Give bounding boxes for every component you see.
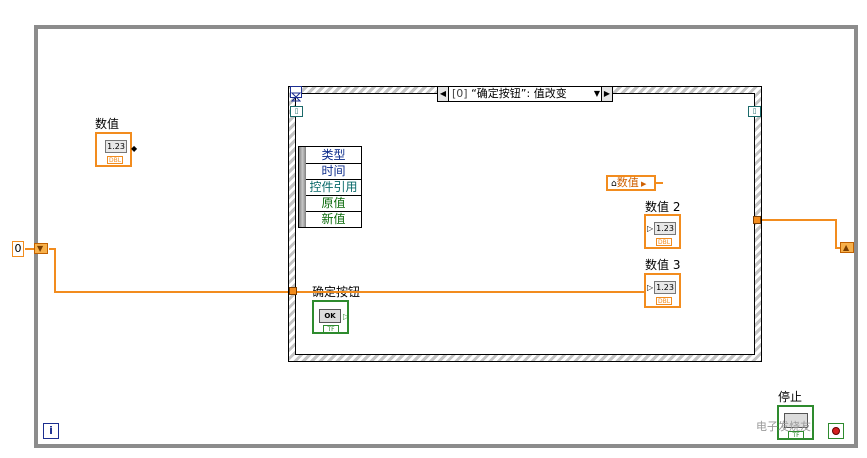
case-selector[interactable]: ◀ [0] “确定按钮”: 值改变 ▼ ▶ xyxy=(437,86,613,102)
numeric-control-label: 数值 xyxy=(95,117,120,131)
case-selector-text: [0] “确定按钮”: 值改变 xyxy=(452,87,602,101)
input-arrow-icon: ▷ xyxy=(647,224,654,233)
shift-register-left-arrow-icon: ▼ xyxy=(37,244,44,253)
event-data-node-handle xyxy=(299,147,306,227)
numeric-display: 1.23 xyxy=(654,222,676,235)
case-index: [0] xyxy=(452,87,468,100)
property-node[interactable]: ⌂数值 ▶ xyxy=(606,175,656,191)
decrement-arrow-icon[interactable]: ◀ xyxy=(438,87,449,101)
type-tag: DBL xyxy=(656,297,672,305)
wire-segment xyxy=(297,291,645,293)
numeric-indicator-3-label: 数值 3 xyxy=(645,258,681,272)
type-tag: TF xyxy=(323,325,339,333)
numeric-control-terminal[interactable]: 1.23 DBL xyxy=(95,132,132,167)
wire-segment xyxy=(54,248,56,293)
wire-segment xyxy=(762,219,837,221)
dropdown-arrow-icon[interactable]: ▼ xyxy=(594,87,600,101)
event-data-field[interactable]: 控件引用 xyxy=(306,179,361,196)
wire-segment xyxy=(655,182,663,184)
increment-arrow-icon[interactable]: ▶ xyxy=(601,87,612,101)
numeric-indicator-3-terminal[interactable]: ▷ 1.23 DBL xyxy=(644,273,681,308)
numeric-display: 1.23 xyxy=(654,281,676,294)
type-tag: DBL xyxy=(107,156,123,164)
output-arrow-icon: ◆ xyxy=(131,144,138,153)
dynamic-event-terminal-right[interactable]: ▯ xyxy=(748,106,761,117)
hourglass-icon[interactable] xyxy=(290,86,302,102)
input-tunnel[interactable] xyxy=(289,287,297,295)
input-arrow-icon: ▷ xyxy=(647,283,654,292)
event-structure-inner-outline xyxy=(295,93,755,355)
case-label: “确定按钮”: 值改变 xyxy=(471,87,567,100)
iteration-terminal[interactable]: i xyxy=(43,423,59,439)
ok-button-terminal[interactable]: OK TF ▷ xyxy=(312,300,349,334)
wire-segment xyxy=(54,291,290,293)
output-tunnel[interactable] xyxy=(753,216,761,224)
watermark: 电子发烧友 xyxy=(756,420,811,433)
property-node-text: 数值 xyxy=(616,176,639,189)
event-data-field[interactable]: 新值 xyxy=(306,211,361,227)
numeric-constant[interactable]: 0 xyxy=(12,241,24,257)
numeric-display: 1.23 xyxy=(105,140,127,153)
event-data-field[interactable]: 时间 xyxy=(306,163,361,180)
output-arrow-icon: ▶ xyxy=(638,180,647,188)
stop-sign-icon xyxy=(832,427,840,435)
numeric-indicator-2-terminal[interactable]: ▷ 1.23 DBL xyxy=(644,214,681,249)
wire-segment xyxy=(835,219,837,249)
dynamic-event-terminal-left[interactable]: ▯ xyxy=(290,106,303,117)
numeric-indicator-2-label: 数值 2 xyxy=(645,200,681,214)
output-arrow-icon: ▷ xyxy=(343,312,350,321)
shift-register-right-arrow-icon: ▲ xyxy=(843,243,850,252)
type-tag: DBL xyxy=(656,238,672,246)
event-data-field[interactable]: 原值 xyxy=(306,195,361,212)
stop-condition-icon[interactable] xyxy=(828,423,844,439)
ok-button-display: OK xyxy=(319,309,341,323)
event-data-field[interactable]: 类型 xyxy=(306,147,361,164)
event-data-node[interactable]: 类型 时间 控件引用 原值 新值 xyxy=(298,146,362,228)
stop-button-label: 停止 xyxy=(778,390,803,404)
